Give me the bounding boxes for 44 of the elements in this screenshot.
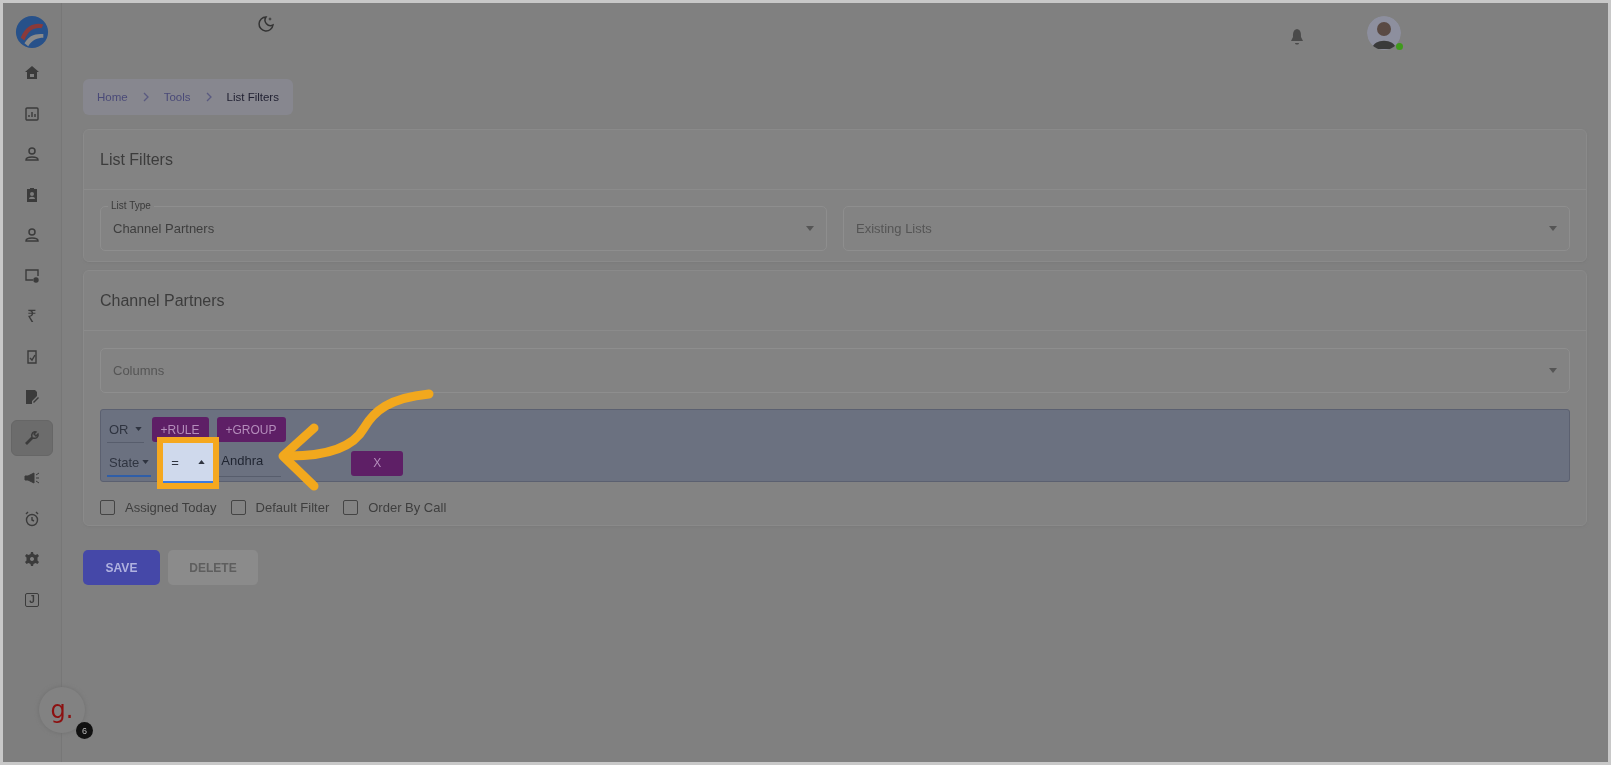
person-icon [24,146,40,162]
checkbox-label: Default Filter [255,500,330,515]
sidebar-item[interactable]: J [11,581,53,618]
id-badge-icon [24,186,40,203]
breadcrumb-link[interactable]: Tools [163,91,191,103]
checkbox-label: Order By Call [368,500,447,515]
add-group-button[interactable]: +GROUP [216,417,286,442]
moon-icon[interactable] [257,15,275,33]
sidebar-item[interactable] [11,419,53,456]
wrench-icon [24,429,40,446]
card-title: List Filters [100,150,173,169]
chevron-icon [141,92,150,102]
action-button[interactable]: SAVE [83,550,160,585]
field-select[interactable]: State [107,449,152,477]
caret-icon [198,460,206,464]
avatar[interactable] [1367,16,1401,50]
checkbox[interactable] [100,500,115,515]
document-pen-icon [24,389,40,405]
caret-icon [1549,368,1557,373]
clipboard-check-icon [24,348,40,365]
person-icon [24,227,40,243]
home-icon [24,65,40,81]
checkbox[interactable] [230,500,246,515]
bell-icon[interactable] [1289,28,1305,46]
count-badge: 6 [76,722,93,739]
chart-icon [24,105,40,122]
checkbox[interactable] [343,500,359,515]
monitor-gear-icon [24,267,40,284]
combinator-select[interactable]: OR [107,416,144,443]
sidebar-item[interactable]: ₹ [11,298,53,334]
value-input[interactable]: Andhra [219,449,282,477]
breadcrumb-link[interactable]: Home [97,91,128,103]
logo-icon [15,15,49,49]
megaphone-icon [24,470,40,486]
caret-icon [142,460,150,464]
caret-icon [1549,226,1557,231]
remove-button[interactable]: X [351,450,404,476]
checkbox-label: Assigned Today [125,500,217,515]
card-title: Channel Partners [100,291,225,310]
caret-icon [134,427,142,431]
alarm-clock-icon [24,510,40,527]
chevron-icon [204,92,213,102]
settings-icon [24,551,40,567]
caret-icon [806,226,814,231]
